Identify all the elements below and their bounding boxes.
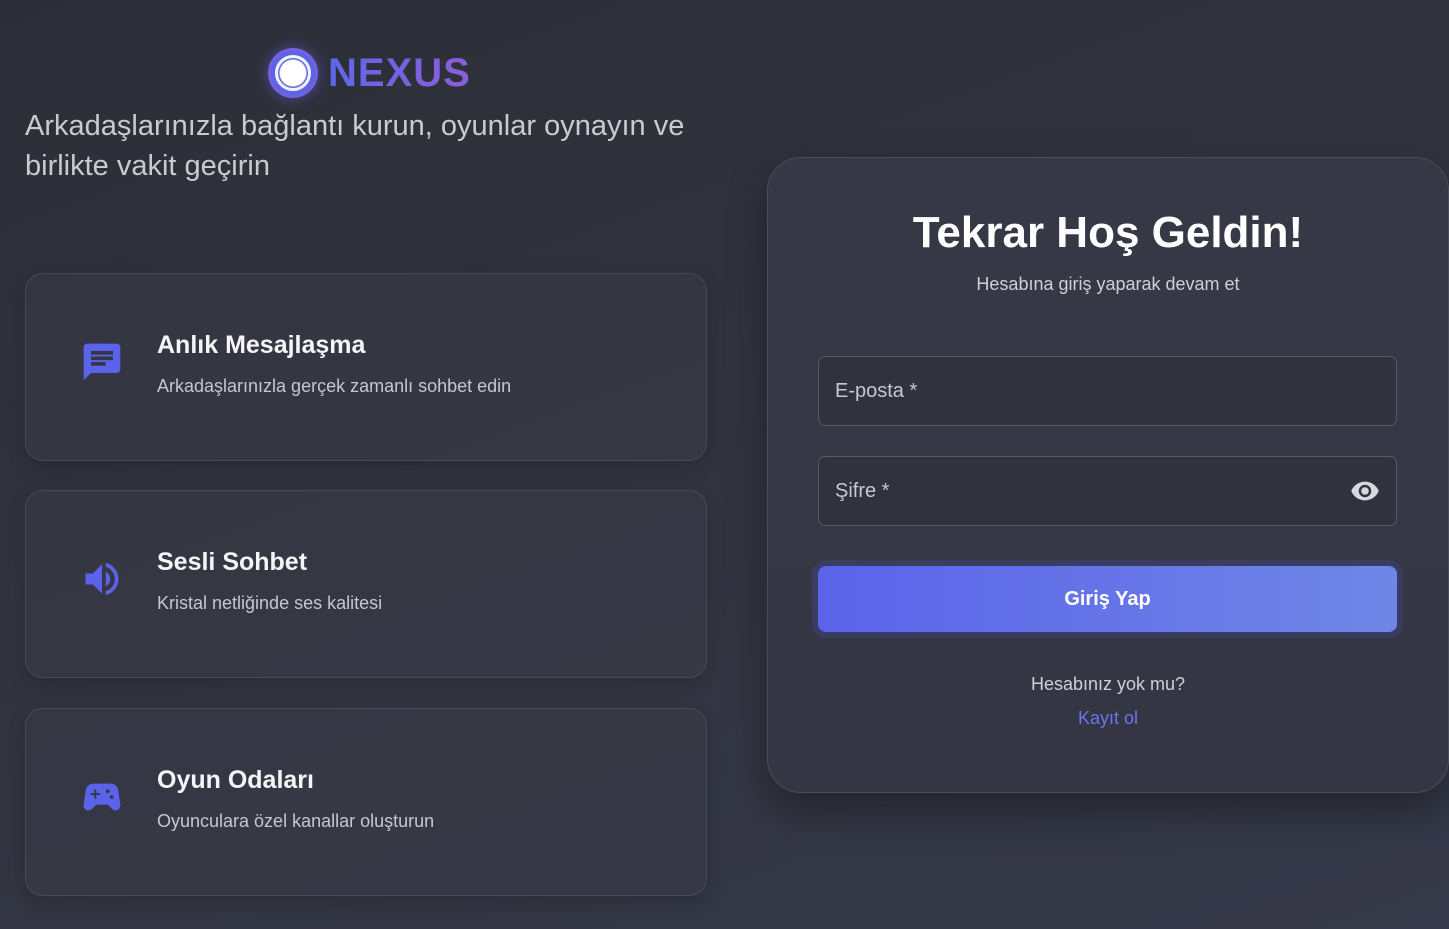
password-field	[818, 456, 1397, 526]
login-title: Tekrar Hoş Geldin!	[912, 208, 1304, 257]
login-button[interactable]: Giriş Yap	[818, 566, 1397, 632]
email-field	[818, 356, 1397, 426]
nexus-logo-icon	[268, 48, 318, 98]
password-input[interactable]	[835, 479, 1350, 503]
feature-card-voice: Sesli Sohbet Kristal netliğinde ses kali…	[25, 490, 707, 678]
gamepad-icon	[78, 773, 126, 821]
no-account-text: Hesabınız yok mu?	[1030, 674, 1186, 694]
feature-description: Oyunculara özel kanallar oluşturun	[157, 811, 435, 831]
chat-message-icon	[78, 338, 126, 386]
feature-card-game-rooms: Oyun Odaları Oyunculara özel kanallar ol…	[25, 708, 707, 896]
eye-icon[interactable]	[1350, 476, 1380, 506]
feature-description: Arkadaşlarınızla gerçek zamanlı sohbet e…	[157, 376, 512, 396]
feature-description: Kristal netliğinde ses kalitesi	[157, 593, 383, 613]
login-card: Tekrar Hoş Geldin! Hesabına giriş yapara…	[767, 157, 1449, 793]
feature-title: Oyun Odaları	[157, 766, 314, 794]
tagline: Arkadaşlarınızla bağlantı kurun, oyunlar…	[25, 110, 685, 182]
feature-title: Sesli Sohbet	[157, 548, 308, 576]
speaker-volume-icon	[78, 555, 126, 603]
feature-title: Anlık Mesajlaşma	[157, 331, 366, 359]
feature-card-messaging: Anlık Mesajlaşma Arkadaşlarınızla gerçek…	[25, 273, 707, 461]
brand-name: NEXUS	[328, 50, 471, 95]
login-subtitle: Hesabına giriş yaparak devam et	[976, 274, 1240, 294]
brand: NEXUS	[268, 48, 471, 98]
email-input[interactable]	[835, 379, 1380, 403]
register-link[interactable]: Kayıt ol	[768, 708, 1448, 729]
